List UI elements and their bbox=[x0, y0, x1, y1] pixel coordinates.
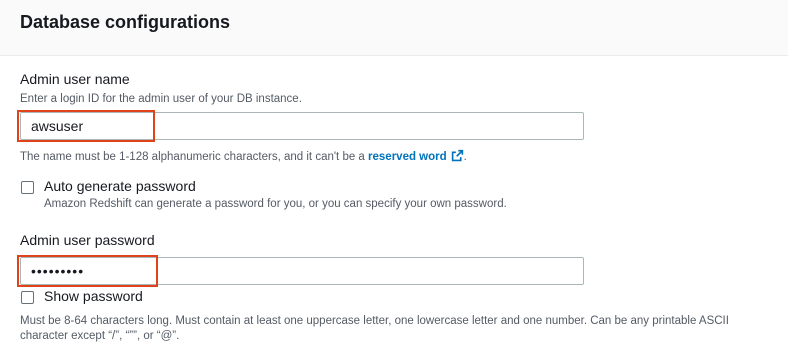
admin-user-name-hint-suffix: . bbox=[463, 151, 467, 163]
admin-user-name-input[interactable]: awsuser bbox=[20, 112, 584, 140]
admin-user-name-hint: The name must be 1-128 alphanumeric char… bbox=[20, 149, 467, 163]
reserved-word-link[interactable]: reserved word bbox=[368, 151, 447, 163]
admin-user-name-description: Enter a login ID for the admin user of y… bbox=[20, 93, 302, 105]
section-header: Database configurations bbox=[0, 0, 788, 56]
external-link-icon[interactable] bbox=[451, 149, 464, 162]
show-password-checkbox[interactable] bbox=[21, 291, 34, 304]
admin-user-password-input[interactable]: ••••••••• bbox=[20, 257, 584, 285]
admin-user-name-hint-text: The name must be 1-128 alphanumeric char… bbox=[20, 151, 369, 163]
section-title: Database configurations bbox=[20, 12, 231, 32]
admin-user-name-label: Admin user name bbox=[20, 71, 130, 87]
show-password-label[interactable]: Show password bbox=[44, 288, 143, 304]
auto-generate-password-checkbox[interactable] bbox=[21, 181, 34, 194]
admin-user-password-hint: Must be 8-64 characters long. Must conta… bbox=[20, 315, 729, 342]
admin-user-password-label: Admin user password bbox=[20, 232, 155, 248]
auto-generate-password-label[interactable]: Auto generate password bbox=[44, 178, 196, 194]
auto-generate-password-description: Amazon Redshift can generate a password … bbox=[44, 198, 507, 210]
